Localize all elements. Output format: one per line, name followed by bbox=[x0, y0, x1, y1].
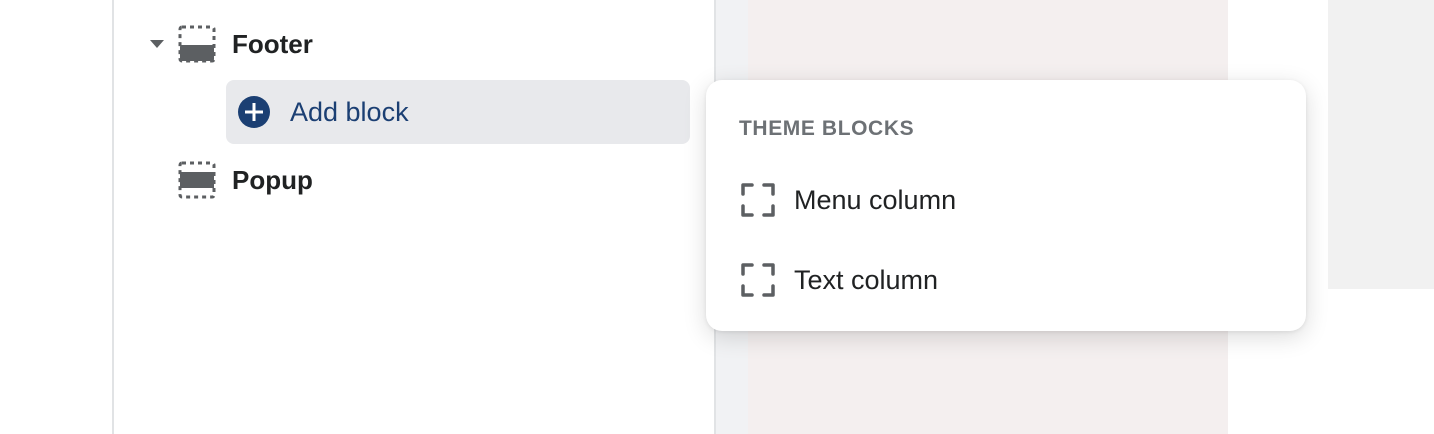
block-frame-icon bbox=[739, 261, 777, 299]
plus-circle-icon bbox=[237, 95, 271, 129]
section-row-popup[interactable]: Popup bbox=[148, 160, 313, 200]
add-block-button[interactable]: Add block bbox=[226, 80, 690, 144]
editor-window: Footer Add block Popup THEME BLOCKS Menu… bbox=[0, 0, 1434, 434]
popup-section-icon bbox=[178, 161, 216, 199]
right-panel-box bbox=[1328, 0, 1434, 289]
section-row-footer[interactable]: Footer bbox=[148, 24, 313, 64]
section-label: Popup bbox=[232, 164, 313, 195]
caret-down-icon[interactable] bbox=[148, 35, 166, 53]
add-block-label: Add block bbox=[290, 96, 409, 127]
sidebar-panel bbox=[114, 0, 714, 434]
block-frame-icon bbox=[739, 181, 777, 219]
menu-item-menu-column[interactable]: Menu column bbox=[739, 180, 956, 220]
footer-section-icon bbox=[178, 25, 216, 63]
menu-item-label: Menu column bbox=[794, 184, 957, 215]
popover-heading: THEME BLOCKS bbox=[739, 117, 915, 140]
menu-item-label: Text column bbox=[794, 264, 939, 295]
theme-blocks-popover: THEME BLOCKS Menu column Text column bbox=[706, 80, 1306, 331]
section-label: Footer bbox=[232, 28, 313, 59]
menu-item-text-column[interactable]: Text column bbox=[739, 260, 938, 300]
